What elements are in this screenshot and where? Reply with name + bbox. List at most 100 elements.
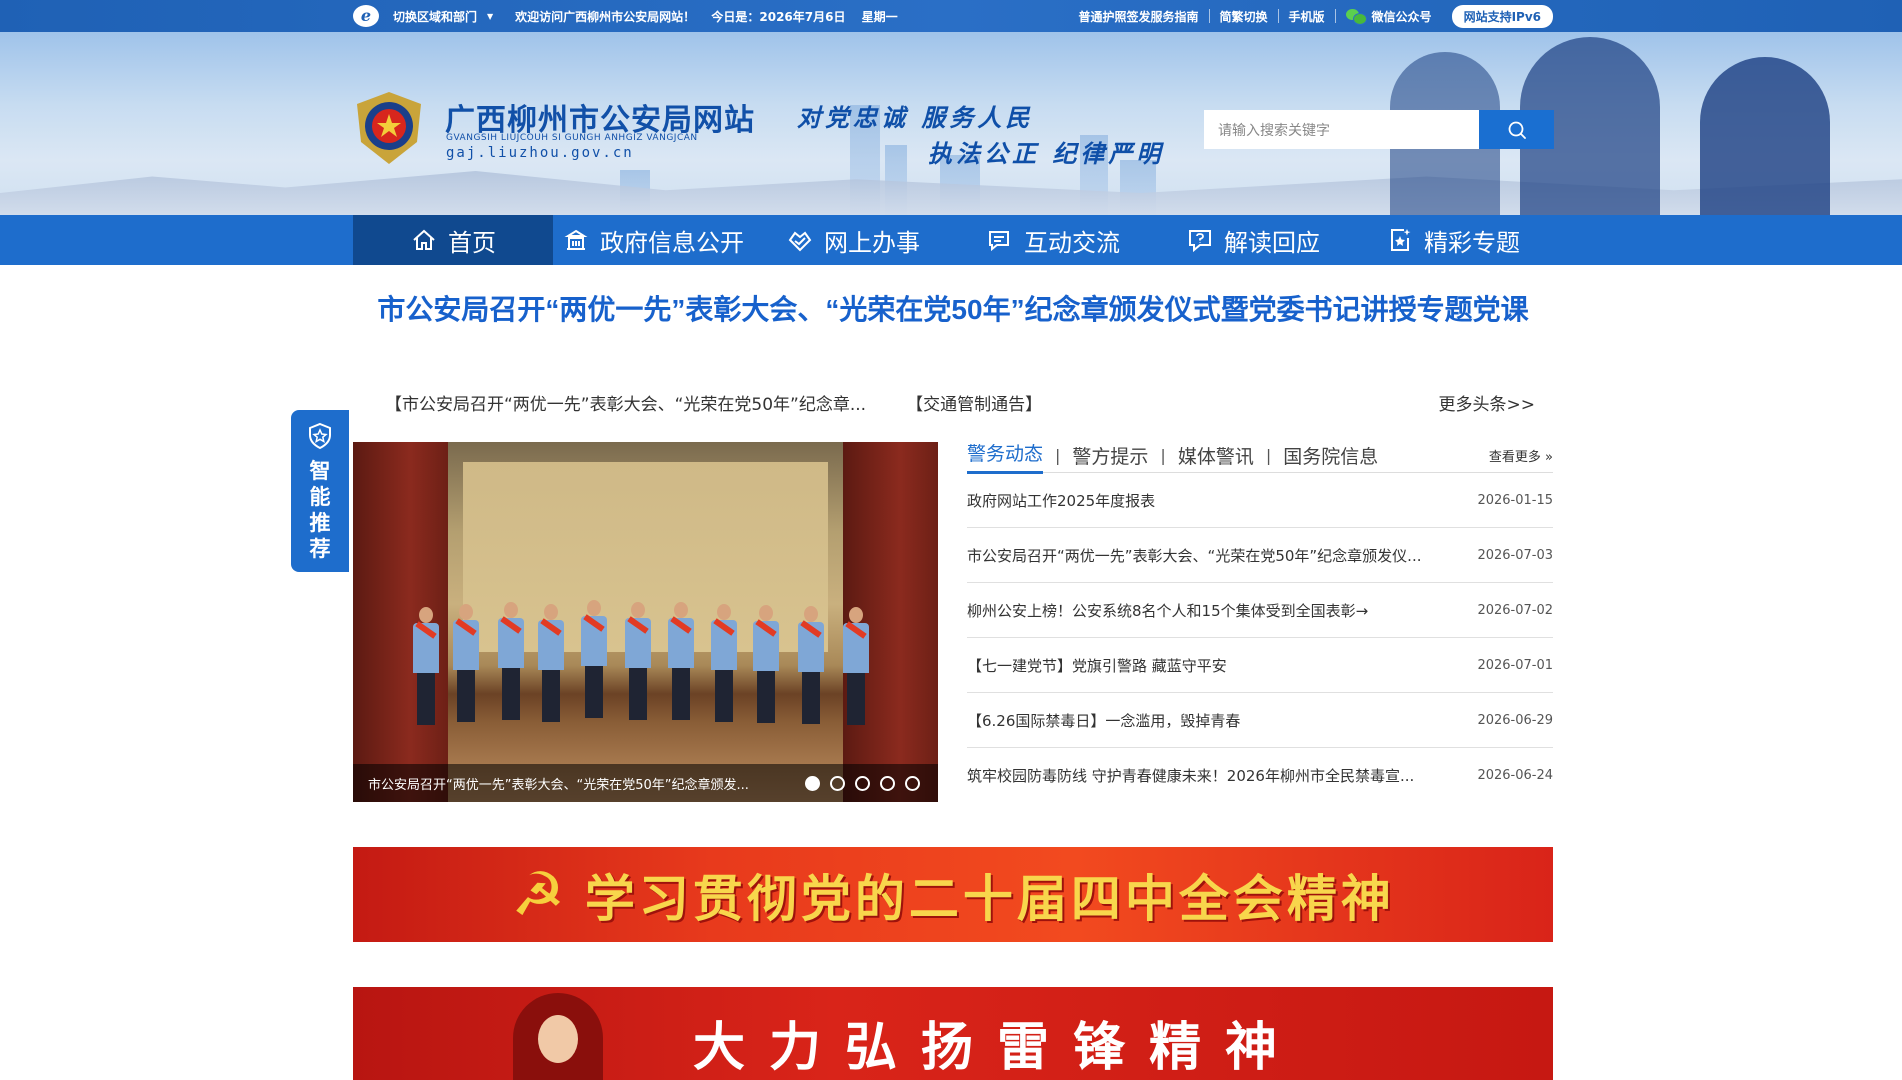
news-tabs: 警务动态 | 警方提示 | 媒体警讯 | 国务院信息 查看更多 » <box>967 438 1553 474</box>
person-figure <box>498 602 524 720</box>
ticker-item[interactable]: 【交通管制通告】 <box>906 390 1042 415</box>
portrait-image <box>513 993 603 1080</box>
welcome-message: 欢迎访问广西柳州市公安局网站！ <box>515 9 696 24</box>
news-panel: 警务动态 | 警方提示 | 媒体警讯 | 国务院信息 查看更多 » 政府网站工作… <box>967 438 1553 803</box>
police-silhouette-decoration <box>1700 57 1830 215</box>
question-chat-icon <box>1189 230 1211 253</box>
passport-guide-link[interactable]: 普通护照签发服务指南 <box>1079 8 1199 25</box>
top-links: 普通护照签发服务指南 简繁切换 手机版 微信公众号 网站支持IPv6 <box>1079 4 1553 28</box>
news-date: 2026-06-24 <box>1477 768 1553 783</box>
carousel-dot[interactable] <box>880 775 895 791</box>
search-box <box>1204 110 1554 149</box>
weekday: 星期一 <box>861 9 898 24</box>
wechat-link[interactable]: 微信公众号 <box>1372 8 1432 25</box>
list-item[interactable]: 柳州公安上榜！公安系统8名个人和15个集体受到全国表彰→ 2026-07-02 <box>967 583 1553 638</box>
today-date: 今日是：2026年7月6日 <box>711 9 846 24</box>
more-headlines-link[interactable]: 更多头条>> <box>1439 390 1536 415</box>
list-item[interactable]: 市公安局召开“两优一先”表彰大会、“光荣在党50年”纪念章颁发仪... 2026-… <box>967 528 1553 583</box>
nav-item-online-services[interactable]: 网上办事 <box>753 215 953 265</box>
banner-title: 学习贯彻党的二十届四中全会精神 <box>584 868 1395 928</box>
site-domain: gaj.liuzhou.gov.cn <box>446 145 634 161</box>
news-title: 【七一建党节】党旗引警路 藏蓝守平安 <box>967 656 1227 675</box>
carousel-caption-bar: 市公安局召开“两优一先”表彰大会、“光荣在党50年”纪念章颁发... <box>353 764 938 802</box>
tab-media-alerts[interactable]: 媒体警讯 <box>1178 442 1254 469</box>
nav-item-label: 首页 <box>448 228 496 257</box>
news-title: 市公安局召开“两优一先”表彰大会、“光荣在党50年”纪念章颁发仪... <box>967 546 1422 565</box>
star-doc-icon <box>1391 229 1411 251</box>
news-date: 2026-07-01 <box>1477 657 1553 673</box>
list-item[interactable]: 【6.26国际禁毒日】一念滥用，毁掉青春 2026-06-29 <box>967 693 1553 748</box>
carousel-dots <box>805 775 920 791</box>
tab-police-news[interactable]: 警务动态 <box>967 439 1044 474</box>
person-figure <box>538 604 564 722</box>
person-figure <box>843 607 869 725</box>
news-title: 柳州公安上榜！公安系统8名个人和15个集体受到全国表彰→ <box>967 601 1369 620</box>
smart-recommend-tab[interactable]: 智能推荐 <box>291 410 349 572</box>
nav-item-label: 互动交流 <box>1024 228 1120 257</box>
headline-ticker: 【市公安局召开“两优一先”表彰大会、“光荣在党50年”纪念章... 【交通管制通… <box>385 390 1535 415</box>
study-spirit-banner[interactable]: ☭ 学习贯彻党的二十届四中全会精神 <box>353 847 1553 942</box>
news-list: 政府网站工作2025年度报表 2026-01-15 市公安局召开“两优一先”表彰大… <box>967 473 1553 803</box>
traditional-simplified-link[interactable]: 简繁切换 <box>1220 8 1268 25</box>
news-title: 【6.26国际禁毒日】一念滥用，毁掉青春 <box>967 711 1241 730</box>
divider <box>1277 9 1279 23</box>
nav-item-label: 政府信息公开 <box>600 228 744 257</box>
welcome-text: 欢迎访问广西柳州市公安局网站！ 今日是：2026年7月6日 星期一 <box>515 8 898 25</box>
news-date: 2026-06-29 <box>1477 712 1553 728</box>
nav-item-gov-info[interactable]: 政府信息公开 <box>553 215 753 265</box>
search-button[interactable] <box>1479 110 1554 149</box>
person-figure <box>711 604 737 722</box>
person-figure <box>413 607 439 725</box>
nav-item-special-topics[interactable]: 精彩专题 <box>1353 215 1553 265</box>
see-more-link[interactable]: 查看更多 » <box>1489 446 1553 465</box>
search-icon <box>1508 121 1526 139</box>
carousel-dot[interactable] <box>905 775 920 791</box>
police-emblem-logo <box>357 92 421 164</box>
smart-recommend-label: 智能推荐 <box>309 459 331 561</box>
nav-item-interaction[interactable]: 互动交流 <box>953 215 1153 265</box>
search-input[interactable] <box>1204 110 1479 149</box>
carousel-caption: 市公安局召开“两优一先”表彰大会、“光荣在党50年”纪念章颁发... <box>368 777 749 793</box>
carousel-dot[interactable] <box>830 775 845 791</box>
caret-down-icon: ▼ <box>487 11 494 21</box>
news-date: 2026-07-03 <box>1477 547 1553 563</box>
nav-item-label: 精彩专题 <box>1424 228 1520 257</box>
tab-divider: | <box>1055 445 1061 465</box>
nav-item-label: 解读回应 <box>1224 228 1320 257</box>
lei-feng-banner[interactable]: 大力弘扬雷锋精神 <box>353 987 1553 1080</box>
chat-icon <box>989 231 1009 252</box>
hand-heart-icon <box>788 231 812 252</box>
news-title: 筑牢校园防毒防线 守护青春健康未来！2026年柳州市全民禁毒宣... <box>967 767 1415 785</box>
shield-star-icon <box>309 422 331 450</box>
headline-link[interactable]: 市公安局召开“两优一先”表彰大会、“光荣在党50年”纪念章颁发仪式暨党委书记讲授… <box>353 293 1553 327</box>
person-figure <box>798 606 824 724</box>
carousel-dot[interactable] <box>855 775 870 791</box>
carousel-dot[interactable] <box>805 775 820 791</box>
tab-divider: | <box>1265 445 1272 465</box>
nav-item-label: 网上办事 <box>824 228 920 257</box>
home-icon <box>413 229 435 250</box>
tab-police-tips[interactable]: 警方提示 <box>1072 442 1148 469</box>
slogan-line-1: 对党忠诚 服务人民 <box>797 103 1034 132</box>
slogan-line-2: 执法公正 纪律严明 <box>928 139 1165 168</box>
nav-item-interpretation[interactable]: 解读回应 <box>1153 215 1353 265</box>
person-figure <box>453 604 479 722</box>
person-figure <box>668 602 694 720</box>
ipv6-badge: 网站支持IPv6 <box>1451 4 1553 28</box>
region-switch-dropdown[interactable]: 切换区域和部门 ▼ <box>393 8 493 25</box>
person-figure <box>625 602 651 720</box>
list-item[interactable]: 【七一建党节】党旗引警路 藏蓝守平安 2026-07-01 <box>967 638 1553 693</box>
ticker-item[interactable]: 【市公安局召开“两优一先”表彰大会、“光荣在党50年”纪念章... <box>385 390 866 415</box>
news-date: 2026-07-02 <box>1477 602 1553 618</box>
page: e 切换区域和部门 ▼ 欢迎访问广西柳州市公安局网站！ 今日是：2026年7月6… <box>0 0 1902 1080</box>
browser-logo-icon: e <box>353 5 379 27</box>
wechat-icon <box>1345 9 1367 25</box>
mobile-version-link[interactable]: 手机版 <box>1289 8 1325 25</box>
building-icon <box>564 229 588 250</box>
list-item[interactable]: 筑牢校园防毒防线 守护青春健康未来！2026年柳州市全民禁毒宣... 2026-0… <box>967 748 1553 803</box>
tab-divider: | <box>1160 445 1166 465</box>
list-item[interactable]: 政府网站工作2025年度报表 2026-01-15 <box>967 473 1553 528</box>
tab-state-council[interactable]: 国务院信息 <box>1283 442 1378 469</box>
news-carousel[interactable]: 市公安局召开“两优一先”表彰大会、“光荣在党50年”纪念章颁发... <box>353 442 938 802</box>
nav-item-home[interactable]: 首页 <box>353 215 553 265</box>
